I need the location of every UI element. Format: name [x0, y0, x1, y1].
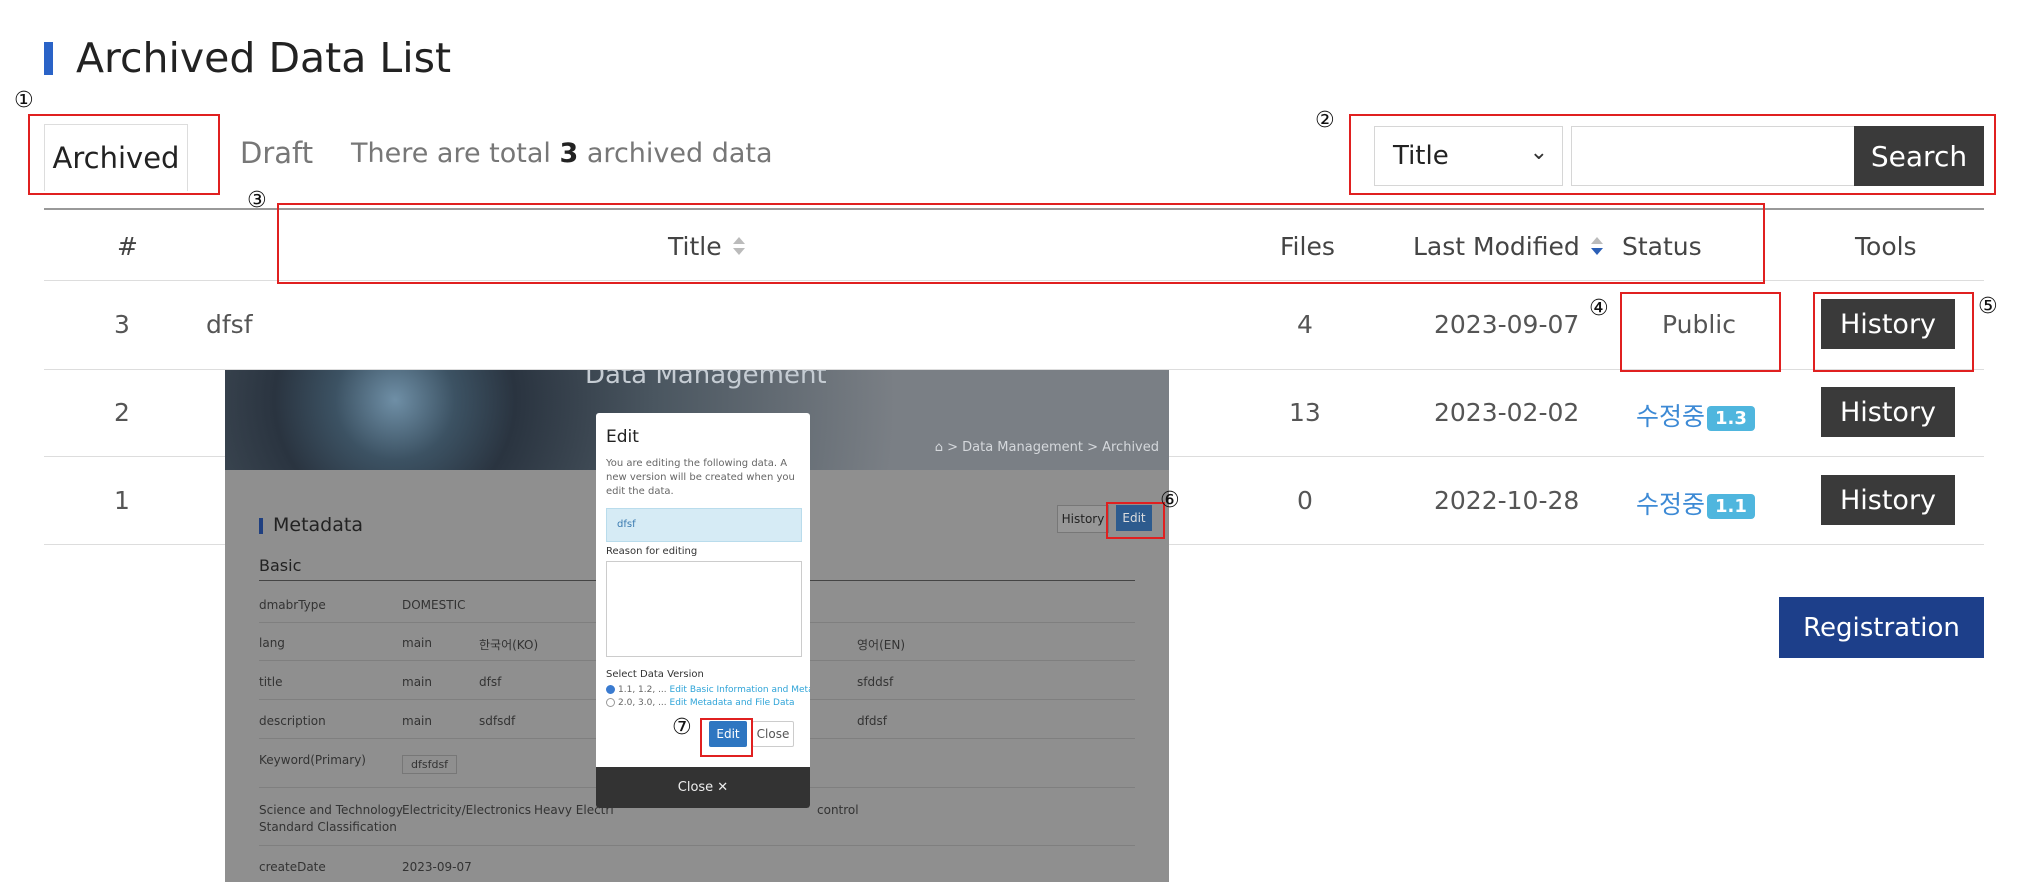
- basic-heading: Basic: [259, 556, 302, 575]
- option-prefix: 2.0, 3.0, ...: [618, 698, 667, 708]
- meta-value: sfddsf: [857, 675, 894, 689]
- history-button[interactable]: History: [1821, 475, 1955, 525]
- total-prefix: There are total: [351, 138, 551, 169]
- option-link: Edit Basic Information and Metadata: [669, 685, 810, 695]
- meta-label: Keyword(Primary): [259, 753, 366, 767]
- row-title-link[interactable]: dfsf: [206, 310, 253, 339]
- title-accent-bar: [44, 42, 53, 75]
- meta-label: Science and Technology: [259, 803, 403, 817]
- history-button[interactable]: History: [1821, 387, 1955, 437]
- callout-7: ⑦: [672, 715, 692, 740]
- row-files: 0: [1297, 486, 1313, 515]
- total-count-text: There are total 3 archived data: [351, 138, 773, 169]
- meta-value: 2023-09-07: [402, 860, 472, 874]
- version-option-minor[interactable]: 1.1, 1.2, ... Edit Basic Information and…: [606, 685, 810, 695]
- meta-value: 한국어(KO): [479, 638, 539, 652]
- home-icon: ⌂: [934, 440, 943, 455]
- meta-value: DOMESTIC: [402, 598, 466, 612]
- annotation-box-3: [277, 203, 1765, 284]
- col-header-num: #: [117, 232, 138, 261]
- radio-selected-icon[interactable]: [606, 685, 615, 694]
- modal-footer-close[interactable]: Close ✕: [596, 767, 810, 808]
- tab-draft[interactable]: Draft: [240, 136, 313, 170]
- row-modified: 2023-02-02: [1434, 398, 1580, 427]
- callout-1: ①: [14, 88, 34, 113]
- annotation-box-6: [1106, 502, 1165, 539]
- version-badge: 1.1: [1707, 493, 1755, 519]
- row-files: 4: [1297, 310, 1313, 339]
- total-count: 3: [559, 138, 579, 169]
- annotation-box-7: [700, 718, 753, 757]
- option-prefix: 1.1, 1.2, ...: [618, 685, 667, 695]
- meta-sub: main: [402, 636, 432, 650]
- meta-label: Standard Classification: [259, 820, 397, 834]
- meta-value: dfdsf: [857, 714, 887, 728]
- total-suffix: archived data: [586, 138, 773, 169]
- keyword-tag: dfsfdsf: [402, 755, 458, 774]
- meta-label: createDate: [259, 860, 326, 874]
- row-num: 1: [114, 486, 130, 515]
- version-option-major[interactable]: 2.0, 3.0, ... Edit Metadata and File Dat…: [606, 698, 795, 708]
- status-editing-label: 수정중: [1636, 402, 1706, 431]
- meta-label: dmabrType: [259, 598, 326, 612]
- status-editing: 수정중 1.3: [1636, 397, 1755, 433]
- callout-6: ⑥: [1160, 488, 1180, 513]
- metadata-accent-bar: [259, 518, 263, 534]
- callout-4: ④: [1589, 296, 1609, 321]
- meta-label: description: [259, 714, 326, 728]
- meta-sub: main: [402, 675, 432, 689]
- status-editing: 수정중 1.1: [1636, 485, 1755, 521]
- row-modified: 2023-09-07: [1434, 310, 1580, 339]
- version-label: Select Data Version: [606, 669, 704, 680]
- page-title: Archived Data List: [76, 34, 452, 82]
- callout-5: ⑤: [1978, 294, 1998, 319]
- meta-value: sdfsdf: [479, 714, 516, 728]
- meta-row-createdate: createDate 2023-09-07: [259, 852, 1135, 882]
- row-files: 13: [1289, 398, 1321, 427]
- modal-close-button[interactable]: Close: [752, 721, 794, 747]
- reason-textarea[interactable]: [606, 561, 802, 657]
- modal-description: You are editing the following data. A ne…: [606, 458, 795, 497]
- metadata-title: Metadata: [273, 514, 363, 536]
- annotation-box-2: [1349, 114, 1996, 195]
- meta-value: control: [817, 803, 859, 817]
- row-num: 2: [114, 398, 130, 427]
- callout-3: ③: [247, 188, 267, 213]
- meta-value: 영어(EN): [857, 638, 906, 652]
- col-header-tools: Tools: [1855, 232, 1917, 261]
- meta-value: Electricity/Electronics: [402, 803, 532, 817]
- inset-breadcrumb-text: > Data Management > Archived: [947, 440, 1159, 455]
- annotation-box-1: [28, 114, 220, 195]
- row-num: 3: [114, 310, 130, 339]
- inset-breadcrumb: ⌂ > Data Management > Archived: [935, 440, 1159, 455]
- modal-data-name: dfsf: [606, 508, 802, 542]
- callout-2: ②: [1315, 108, 1335, 133]
- meta-label: title: [259, 675, 283, 689]
- row-modified: 2022-10-28: [1434, 486, 1580, 515]
- meta-value: dfsf: [479, 675, 502, 689]
- modal-title: Edit: [606, 427, 639, 447]
- reason-label: Reason for editing: [606, 546, 698, 557]
- version-badge: 1.3: [1707, 405, 1755, 431]
- inset-banner-title: Data Management: [585, 370, 827, 390]
- status-editing-label: 수정중: [1636, 490, 1706, 519]
- radio-icon[interactable]: [606, 698, 615, 707]
- registration-button[interactable]: Registration: [1779, 597, 1984, 658]
- meta-label: lang: [259, 636, 285, 650]
- annotation-box-4: [1620, 292, 1781, 372]
- annotation-box-5: [1813, 292, 1974, 372]
- inset-history-button[interactable]: History: [1057, 505, 1109, 533]
- meta-sub: main: [402, 714, 432, 728]
- option-link: Edit Metadata and File Data: [669, 698, 795, 708]
